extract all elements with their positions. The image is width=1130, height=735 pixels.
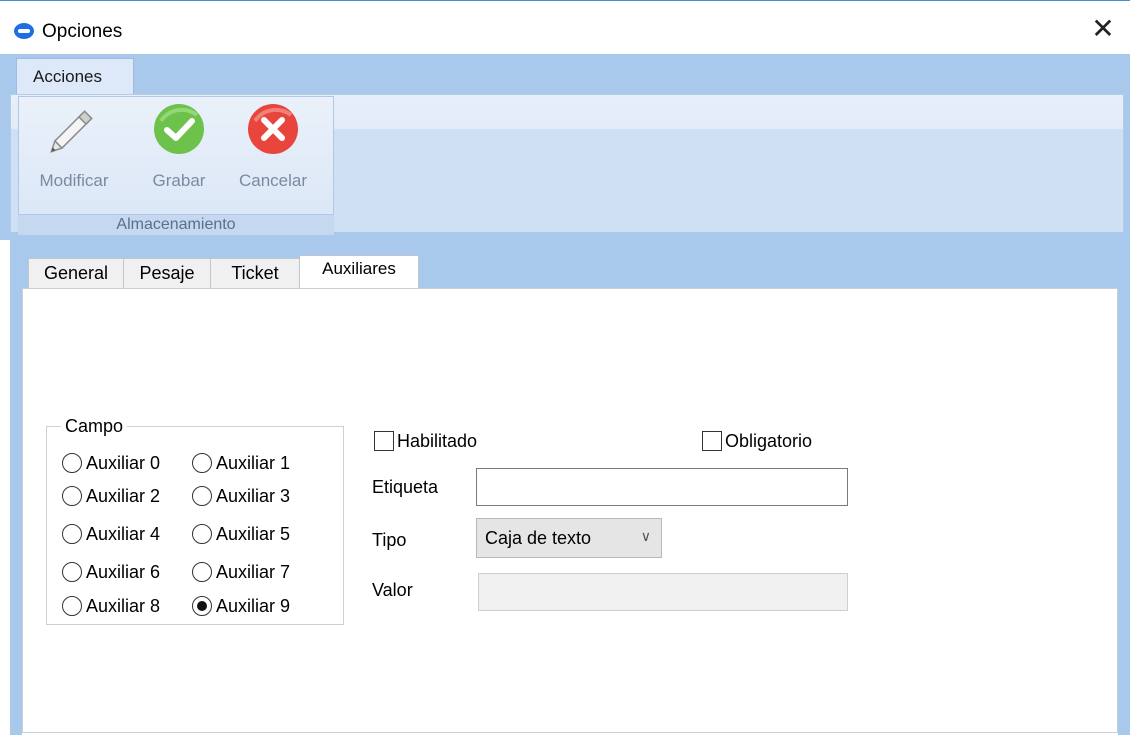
radio-auxiliar-7[interactable]: Auxiliar 7 <box>192 560 290 584</box>
tab-auxiliares[interactable]: Auxiliares <box>299 255 419 289</box>
valor-field[interactable] <box>478 573 848 611</box>
etiqueta-field[interactable] <box>476 468 848 506</box>
radio-auxiliar-6[interactable]: Auxiliar 6 <box>62 560 160 584</box>
checkbox-icon <box>702 431 722 451</box>
cancelar-label: Cancelar <box>238 171 308 190</box>
radio-selected-icon <box>192 596 212 616</box>
window-title: Opciones <box>42 21 123 42</box>
close-button[interactable]: ✕ <box>1090 15 1116 43</box>
ribbon-group-almacenamiento: Modificar Grabar Cancelar Almacenamiento <box>18 96 334 239</box>
radio-auxiliar-1[interactable]: Auxiliar 1 <box>192 451 290 475</box>
etiqueta-label: Etiqueta <box>372 477 439 497</box>
radio-circle-icon <box>192 562 212 582</box>
grabar-label: Grabar <box>152 171 206 190</box>
radio-circle-icon <box>62 524 82 544</box>
tab-general[interactable]: General <box>28 258 124 288</box>
tipo-select[interactable]: Caja de texto ∨ <box>476 518 662 558</box>
campo-legend: Campo <box>65 416 124 436</box>
radio-circle-icon <box>192 486 212 506</box>
obligatorio-checkbox[interactable]: Obligatorio <box>702 429 812 453</box>
group-label: Almacenamiento <box>18 214 334 235</box>
valor-label: Valor <box>372 580 413 600</box>
radio-auxiliar-2[interactable]: Auxiliar 2 <box>62 484 160 508</box>
title-bar: Opciones ✕ <box>0 0 1130 54</box>
pencil-icon <box>50 110 93 153</box>
tipo-value: Caja de texto <box>485 528 592 548</box>
tab-pesaje[interactable]: Pesaje <box>123 258 211 288</box>
radio-auxiliar-5[interactable]: Auxiliar 5 <box>192 522 290 546</box>
radio-auxiliar-4[interactable]: Auxiliar 4 <box>62 522 160 546</box>
tipo-label: Tipo <box>372 530 407 550</box>
check-circle-icon <box>154 104 204 154</box>
ribbon-tab-acciones[interactable]: Acciones <box>16 58 134 94</box>
habilitado-checkbox[interactable]: Habilitado <box>374 429 477 453</box>
radio-circle-icon <box>192 524 212 544</box>
radio-circle-icon <box>62 596 82 616</box>
modificar-button[interactable]: Modificar <box>21 101 127 201</box>
cancelar-button[interactable]: Cancelar <box>225 101 321 201</box>
app-logo-icon <box>14 23 34 39</box>
ribbon: Acciones Modificar Grabar Cancelar Almac… <box>0 54 1130 240</box>
radio-auxiliar-0[interactable]: Auxiliar 0 <box>62 451 160 475</box>
radio-auxiliar-3[interactable]: Auxiliar 3 <box>192 484 290 508</box>
tab-ticket[interactable]: Ticket <box>210 258 300 288</box>
grabar-button[interactable]: Grabar <box>141 101 217 201</box>
checkbox-icon <box>374 431 394 451</box>
radio-circle-icon <box>62 453 82 473</box>
radio-auxiliar-8[interactable]: Auxiliar 8 <box>62 594 160 618</box>
radio-auxiliar-9[interactable]: Auxiliar 9 <box>192 594 290 618</box>
x-circle-icon <box>248 104 298 154</box>
radio-circle-icon <box>192 453 212 473</box>
ribbon-band: Modificar Grabar Cancelar Almacenamiento <box>10 94 1124 235</box>
modificar-label: Modificar <box>39 171 109 190</box>
radio-circle-icon <box>62 486 82 506</box>
tab-strip: General Pesaje Ticket Auxiliares <box>10 240 1130 289</box>
chevron-down-icon: ∨ <box>640 528 651 544</box>
radio-circle-icon <box>62 562 82 582</box>
